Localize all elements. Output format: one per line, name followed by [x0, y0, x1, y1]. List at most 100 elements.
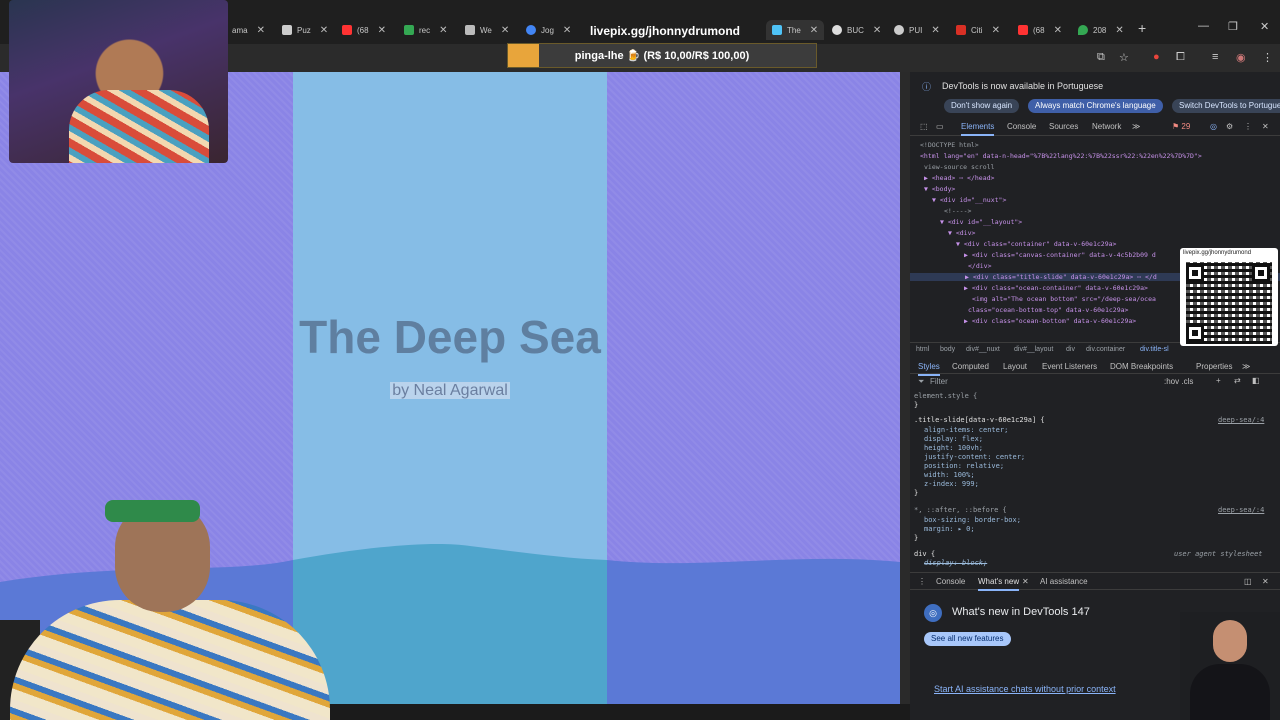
dom-line[interactable]: ▶ <head> ⋯ </head> [924, 174, 994, 182]
rule-selector[interactable]: .title-slide[data-v-60e1c29a] { [914, 416, 1045, 424]
computed-sidebar-icon[interactable]: ◧ [1252, 376, 1260, 385]
tab-console[interactable]: Console [1007, 122, 1036, 131]
browser-tab[interactable]: BUC ✕ [832, 20, 881, 40]
drawer-tab-whats-new[interactable]: What's new [978, 577, 1020, 591]
browser-tab[interactable]: We ✕ [465, 20, 509, 40]
dom-line[interactable]: ▶ <div class="canvas-container" data-v-4… [964, 251, 1156, 259]
tab-computed[interactable]: Computed [952, 362, 989, 371]
close-tab-icon[interactable]: ✕ [320, 25, 328, 36]
minimize-icon[interactable]: — [1198, 20, 1209, 32]
css-property[interactable]: height: 100vh; [924, 444, 983, 452]
filter-input[interactable]: Filter [930, 377, 948, 386]
settings-gear-icon[interactable]: ⚙ [1226, 122, 1233, 131]
tab-properties[interactable]: Properties [1196, 362, 1232, 371]
css-property[interactable]: z-index: 999; [924, 480, 979, 488]
device-toolbar-icon[interactable]: ▭ [936, 122, 944, 131]
breadcrumb-item[interactable]: div [1066, 346, 1075, 353]
browser-tab[interactable]: Jog ✕ [526, 20, 571, 40]
breadcrumb-item[interactable]: div#__nuxt [966, 346, 1000, 353]
breadcrumb-item[interactable]: div#__layout [1014, 346, 1053, 353]
close-tab-icon[interactable]: ✕ [931, 25, 939, 36]
css-property[interactable]: width: 100%; [924, 471, 975, 479]
hov-cls-toggles[interactable]: :hov .cls [1164, 377, 1193, 386]
element-style-rule[interactable]: element.style { [914, 392, 977, 400]
tab-network[interactable]: Network [1092, 122, 1121, 131]
dom-line[interactable]: <!DOCTYPE html> [920, 141, 979, 149]
drawer-tab-console[interactable]: Console [936, 577, 965, 586]
new-rule-icon[interactable]: + [1216, 376, 1221, 385]
rule-selector[interactable]: *, ::after, ::before { [914, 506, 1007, 514]
browser-tab[interactable]: Citi ✕ [956, 20, 1000, 40]
tab-event-listeners[interactable]: Event Listeners [1042, 362, 1097, 371]
browser-tab[interactable]: Puz ✕ [282, 20, 328, 40]
new-tab-button[interactable]: + [1138, 20, 1146, 36]
close-tab-icon[interactable]: ✕ [873, 25, 881, 36]
tab-elements[interactable]: Elements [961, 122, 995, 136]
css-property[interactable]: display: flex; [924, 435, 983, 443]
css-property-overridden[interactable]: display: block; [924, 559, 987, 567]
rule-source-link[interactable]: deep-sea/:4 [1218, 416, 1264, 424]
browser-tab-active[interactable]: The ✕ [766, 20, 825, 40]
close-window-icon[interactable]: ✕ [1260, 20, 1269, 33]
browser-tab[interactable]: rec ✕ [404, 20, 448, 40]
reading-list-icon[interactable]: ≡ [1212, 51, 1218, 63]
css-property[interactable]: align-items: center; [924, 426, 1008, 434]
browser-tab[interactable]: PUI ✕ [894, 20, 940, 40]
breadcrumb-item[interactable]: html [916, 346, 929, 353]
dock-icon[interactable]: ◫ [1244, 577, 1252, 586]
dom-line[interactable]: <html lang="en" data-n-head="%7B%22lang%… [920, 152, 1202, 160]
dom-line[interactable]: ▼ <div id="__nuxt"> [932, 196, 1006, 204]
browser-tab[interactable]: ama ✕ [232, 20, 265, 40]
extensions-puzzle-icon[interactable]: ⧠ [1176, 51, 1185, 64]
close-tab-icon[interactable]: ✕ [563, 25, 571, 36]
tab-sources[interactable]: Sources [1049, 122, 1078, 131]
close-tab-icon[interactable]: ✕ [992, 25, 1000, 36]
breadcrumb-item-current[interactable]: div.title-sl [1140, 346, 1169, 353]
page-scrollbar[interactable] [900, 72, 910, 704]
css-property[interactable]: position: relative; [924, 462, 1004, 470]
maximize-icon[interactable]: ❐ [1228, 20, 1238, 33]
ai-assistance-link[interactable]: Start AI assistance chats without prior … [934, 684, 1116, 694]
close-whats-new-icon[interactable]: ✕ [1022, 577, 1029, 586]
css-property[interactable]: box-sizing: border-box; [924, 516, 1021, 524]
tab-styles[interactable]: Styles [918, 362, 940, 376]
tab-dom-breakpoints[interactable]: DOM Breakpoints [1110, 362, 1173, 371]
close-tab-icon[interactable]: ✕ [810, 25, 818, 36]
drawer-menu-icon[interactable]: ⋮ [918, 577, 926, 586]
tab-layout[interactable]: Layout [1003, 362, 1027, 371]
issues-badge[interactable]: ⚑ 29 [1172, 122, 1190, 131]
close-tab-icon[interactable]: ✕ [439, 25, 447, 36]
match-chrome-language-button[interactable]: Always match Chrome's language [1028, 99, 1163, 113]
profile-avatar[interactable]: ◉ [1236, 51, 1246, 64]
dont-show-again-button[interactable]: Don't show again [944, 99, 1020, 113]
translate-icon[interactable]: ⧉ [1097, 51, 1105, 64]
dom-line[interactable]: <!----> [944, 207, 971, 215]
more-tabs-icon[interactable]: ≫ [1242, 362, 1250, 371]
close-tab-icon[interactable]: ✕ [257, 25, 265, 36]
dom-line[interactable]: </div> [968, 262, 991, 270]
rule-selector[interactable]: div { [914, 550, 935, 558]
see-all-features-button[interactable]: See all new features [924, 632, 1011, 646]
devtools-menu-icon[interactable]: ⋮ [1244, 122, 1252, 131]
browser-tab[interactable]: 208 ✕ [1078, 20, 1124, 40]
bookmark-star-icon[interactable]: ☆ [1119, 51, 1129, 64]
close-tab-icon[interactable]: ✕ [1115, 25, 1123, 36]
menu-kebab-icon[interactable]: ⋮ [1262, 51, 1273, 64]
more-tabs-icon[interactable]: ≫ [1132, 122, 1140, 131]
dom-line[interactable]: class="ocean-bottom-top" data-v-60e1c29a… [968, 306, 1128, 314]
toggle-element-state-icon[interactable]: ⇄ [1234, 376, 1241, 385]
browser-tab[interactable]: (68 ✕ [342, 20, 386, 40]
close-tab-icon[interactable]: ✕ [501, 25, 509, 36]
devtools-sync-icon[interactable]: ◎ [1210, 122, 1217, 131]
breadcrumb-item[interactable]: body [940, 346, 955, 353]
dom-line[interactable]: <img alt="The ocean bottom" src="/deep-s… [972, 295, 1156, 303]
rule-source-link[interactable]: deep-sea/:4 [1218, 506, 1264, 514]
switch-to-portuguese-button[interactable]: Switch DevTools to Portuguese [1172, 99, 1280, 113]
css-property[interactable]: margin: ▸ 0; [924, 525, 975, 533]
dom-badges[interactable]: view-source scroll [924, 163, 994, 171]
dom-line[interactable]: ▼ <body> [924, 185, 955, 193]
dom-line[interactable]: ▶ <div class="ocean-bottom" data-v-60e1c… [964, 317, 1136, 325]
browser-tab[interactable]: (68 ✕ [1018, 20, 1062, 40]
close-drawer-icon[interactable]: ✕ [1262, 577, 1269, 586]
dom-line[interactable]: ▼ <div> [948, 229, 975, 237]
